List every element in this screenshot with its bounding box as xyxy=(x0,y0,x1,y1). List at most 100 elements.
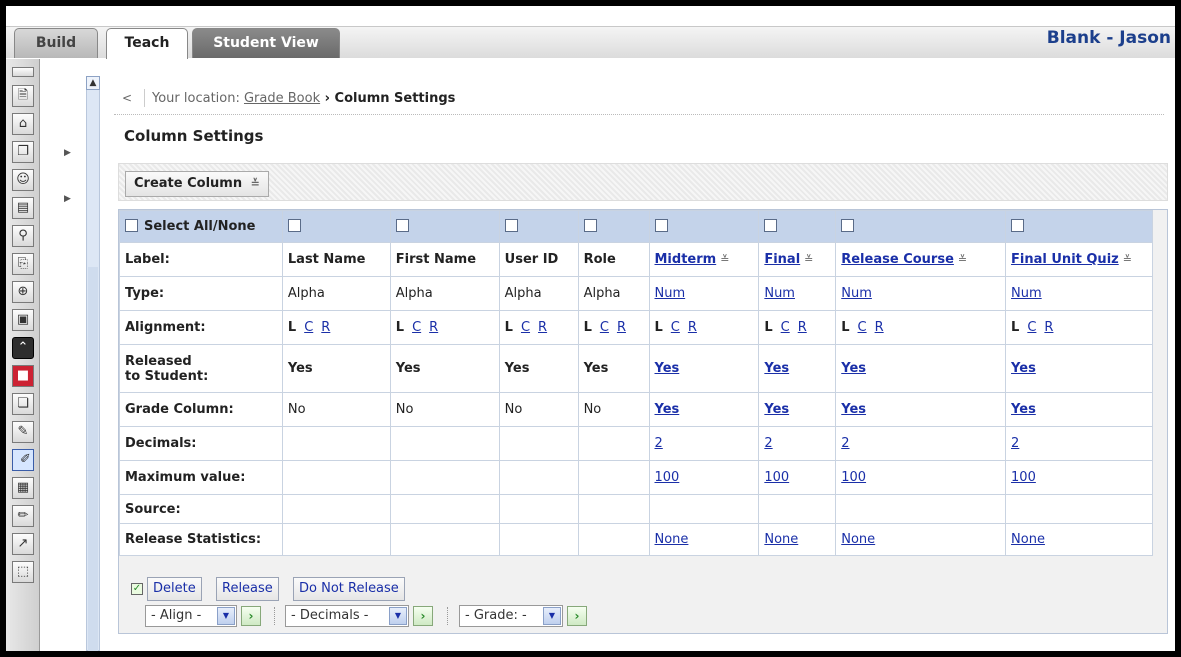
align-right-link[interactable]: R xyxy=(429,320,438,335)
released-link[interactable]: Yes xyxy=(655,361,680,376)
column-label-link[interactable]: Final Unit Quiz xyxy=(1011,252,1119,267)
column-checkbox[interactable] xyxy=(841,219,855,232)
grid-icon[interactable]: ▦ xyxy=(12,477,34,499)
align-right-link[interactable]: R xyxy=(321,320,330,335)
profile-icon[interactable]: ▣ xyxy=(12,309,34,331)
release-stats-link[interactable]: None xyxy=(841,532,875,547)
decimals-link[interactable]: 2 xyxy=(655,436,663,451)
gradebook-icon[interactable]: ✐ xyxy=(12,449,34,471)
max-value-link[interactable]: 100 xyxy=(1011,470,1036,485)
align-right-link[interactable]: R xyxy=(1044,320,1053,335)
grade-link[interactable]: Yes xyxy=(655,402,680,417)
column-checkbox[interactable] xyxy=(654,219,668,232)
align-center-link[interactable]: C xyxy=(1027,320,1036,335)
decimals-link[interactable]: 2 xyxy=(764,436,772,451)
copy-icon[interactable]: ⎘ xyxy=(12,253,34,275)
scrollbar[interactable]: ▲ xyxy=(86,76,100,651)
align-left[interactable]: L xyxy=(584,320,592,335)
users-icon[interactable]: ☺ xyxy=(12,169,34,191)
decimals-select[interactable]: - Decimals - ▼ xyxy=(285,605,409,627)
tool-partial-icon[interactable] xyxy=(12,67,34,77)
align-left[interactable]: L xyxy=(396,320,404,335)
align-left[interactable]: L xyxy=(288,320,296,335)
column-menu-icon[interactable]: ≚ xyxy=(720,253,729,266)
create-column-button[interactable]: Create Column ≚ xyxy=(125,171,269,197)
align-center-link[interactable]: C xyxy=(600,320,609,335)
align-center-link[interactable]: C xyxy=(304,320,313,335)
align-center-link[interactable]: C xyxy=(858,320,867,335)
column-menu-icon[interactable]: ≚ xyxy=(958,253,967,266)
tab-student-view[interactable]: Student View xyxy=(192,28,340,58)
column-label-link[interactable]: Final xyxy=(764,252,800,267)
grade-link[interactable]: Yes xyxy=(1011,402,1036,417)
chevron-down-icon[interactable]: ▼ xyxy=(217,607,235,625)
expand-arrow-icon[interactable]: ▶ xyxy=(64,148,71,158)
archive-icon[interactable]: ⬚ xyxy=(12,561,34,583)
decimals-link[interactable]: 2 xyxy=(841,436,849,451)
column-label-link[interactable]: Release Course xyxy=(841,252,954,267)
do-not-release-button[interactable]: Do Not Release xyxy=(293,577,405,601)
web-icon[interactable]: ⊕ xyxy=(12,281,34,303)
align-center-link[interactable]: C xyxy=(412,320,421,335)
home-icon[interactable]: ⌂ xyxy=(12,113,34,135)
align-center-link[interactable]: C xyxy=(521,320,530,335)
column-checkbox[interactable] xyxy=(504,219,518,232)
type-link[interactable]: Num xyxy=(764,286,795,301)
max-value-link[interactable]: 100 xyxy=(655,470,680,485)
search-icon[interactable]: ⚲ xyxy=(12,225,34,247)
column-checkbox[interactable] xyxy=(764,219,778,232)
document-icon[interactable]: 🗎 xyxy=(12,85,34,107)
release-stats-link[interactable]: None xyxy=(1011,532,1045,547)
column-menu-icon[interactable]: ≚ xyxy=(804,253,813,266)
decimals-link[interactable]: 2 xyxy=(1011,436,1019,451)
align-left[interactable]: L xyxy=(841,320,849,335)
released-link[interactable]: Yes xyxy=(1011,361,1036,376)
align-right-link[interactable]: R xyxy=(538,320,547,335)
tab-teach[interactable]: Teach xyxy=(106,28,188,59)
release-button[interactable]: Release xyxy=(216,577,279,601)
tab-build[interactable]: Build xyxy=(14,28,98,58)
column-checkbox[interactable] xyxy=(395,219,409,232)
type-link[interactable]: Num xyxy=(655,286,686,301)
release-stats-link[interactable]: None xyxy=(655,532,689,547)
scroll-up-icon[interactable]: ▲ xyxy=(86,76,100,90)
expand-arrow-icon[interactable]: ▶ xyxy=(64,194,71,204)
align-go-icon[interactable]: › xyxy=(241,606,261,626)
align-left[interactable]: L xyxy=(505,320,513,335)
align-left[interactable]: L xyxy=(764,320,772,335)
scroll-thumb[interactable] xyxy=(88,267,98,651)
chart-icon[interactable]: ↗ xyxy=(12,533,34,555)
align-left[interactable]: L xyxy=(655,320,663,335)
release-stats-link[interactable]: None xyxy=(764,532,798,547)
max-value-link[interactable]: 100 xyxy=(764,470,789,485)
grade-link[interactable]: Yes xyxy=(764,402,789,417)
align-right-link[interactable]: R xyxy=(875,320,884,335)
align-right-link[interactable]: R xyxy=(688,320,697,335)
align-select[interactable]: - Align - ▼ xyxy=(145,605,237,627)
max-value-link[interactable]: 100 xyxy=(841,470,866,485)
pages-icon[interactable]: ❐ xyxy=(12,141,34,163)
column-menu-icon[interactable]: ≚ xyxy=(1123,253,1132,266)
align-center-link[interactable]: C xyxy=(671,320,680,335)
released-link[interactable]: Yes xyxy=(764,361,789,376)
box-icon[interactable]: ■ xyxy=(12,365,34,387)
grade-select[interactable]: - Grade: - ▼ xyxy=(459,605,563,627)
delete-button[interactable]: Delete xyxy=(147,577,202,601)
chevron-down-icon[interactable]: ▼ xyxy=(543,607,561,625)
grade-link[interactable]: Yes xyxy=(841,402,866,417)
type-link[interactable]: Num xyxy=(1011,286,1042,301)
collapse-up-icon[interactable]: ⌃ xyxy=(12,337,34,359)
chevron-down-icon[interactable]: ▼ xyxy=(389,607,407,625)
edit-icon[interactable]: ✎ xyxy=(12,421,34,443)
breadcrumb-link-gradebook[interactable]: Grade Book xyxy=(244,91,320,106)
column-label-link[interactable]: Midterm xyxy=(655,252,717,267)
column-checkbox[interactable] xyxy=(287,219,301,232)
align-right-link[interactable]: R xyxy=(798,320,807,335)
back-arrow-icon[interactable]: < xyxy=(122,91,132,105)
select-all-checkbox[interactable] xyxy=(125,219,138,232)
type-link[interactable]: Num xyxy=(841,286,872,301)
column-checkbox[interactable] xyxy=(1011,219,1025,232)
pencil-icon[interactable]: ✏ xyxy=(12,505,34,527)
released-link[interactable]: Yes xyxy=(841,361,866,376)
align-left[interactable]: L xyxy=(1011,320,1019,335)
